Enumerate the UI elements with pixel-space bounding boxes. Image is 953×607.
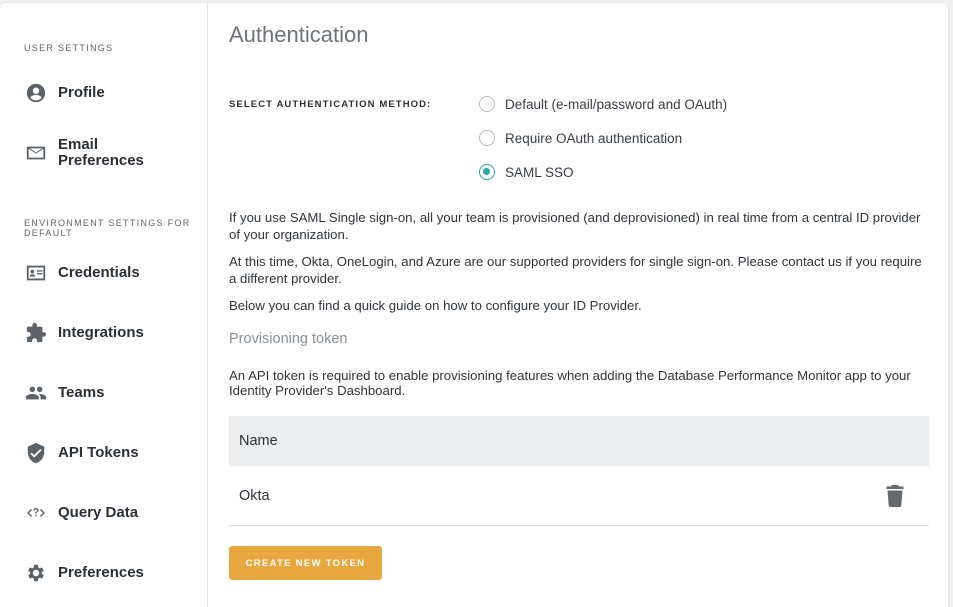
people-icon [24, 381, 48, 405]
code-question-icon [24, 501, 48, 525]
environment-settings-heading: ENVIRONMENT SETTINGS FOR DEFAULT [24, 218, 191, 238]
token-name: Okta [239, 487, 270, 504]
radio-option-default[interactable]: Default (e-mail/password and OAuth) [479, 96, 727, 112]
radio-button[interactable] [479, 96, 495, 112]
auth-method-label: SELECT AUTHENTICATION METHOD: [229, 99, 432, 110]
shield-check-icon [24, 441, 48, 465]
token-table: Name Okta [229, 416, 929, 526]
supported-providers-text: At this time, Okta, OneLogin, and Azure … [229, 254, 922, 286]
sidebar-item-integrations[interactable]: Integrations [24, 321, 144, 345]
sidebar-item-query-data[interactable]: Query Data [24, 501, 138, 525]
trash-icon[interactable] [885, 484, 905, 507]
sidebar-item-api-tokens[interactable]: API Tokens [24, 441, 139, 465]
settings-window: USER SETTINGS Profile Email Preferences … [0, 3, 948, 607]
radio-label: Require OAuth authentication [505, 130, 683, 146]
radio-option-oauth[interactable]: Require OAuth authentication [479, 130, 682, 146]
radio-button-checked[interactable] [479, 164, 495, 180]
sidebar-item-label: Query Data [58, 504, 139, 521]
sidebar: USER SETTINGS Profile Email Preferences … [0, 3, 208, 607]
radio-option-saml-sso[interactable]: SAML SSO [479, 164, 574, 180]
user-settings-heading: USER SETTINGS [24, 43, 114, 53]
person-icon [24, 81, 48, 105]
sidebar-item-teams[interactable]: Teams [24, 381, 104, 405]
envelope-icon [24, 141, 48, 165]
guide-intro-text: Below you can find a quick guide on how … [229, 298, 642, 313]
create-new-token-button[interactable]: CREATE NEW TOKEN [229, 546, 382, 580]
sidebar-item-label: API Tokens [58, 444, 139, 461]
sidebar-item-profile[interactable]: Profile [24, 81, 105, 105]
gear-icon [24, 561, 48, 585]
page-title: Authentication [229, 22, 369, 47]
radio-label: Default (e-mail/password and OAuth) [505, 96, 728, 112]
sidebar-item-label: Email Preferences [58, 136, 144, 169]
sidebar-item-preferences[interactable]: Preferences [24, 561, 144, 585]
table-row: Okta [229, 466, 929, 526]
token-description: An API token is required to enable provi… [229, 368, 911, 398]
puzzle-icon [24, 321, 48, 345]
sidebar-item-label: Preferences [58, 564, 144, 581]
radio-button[interactable] [479, 130, 495, 146]
sidebar-item-email-preferences[interactable]: Email Preferences [24, 137, 168, 169]
saml-description: If you use SAML Single sign-on, all your… [229, 210, 921, 242]
sidebar-item-label: Profile [58, 84, 105, 101]
provisioning-token-heading: Provisioning token [229, 331, 348, 347]
sidebar-item-credentials[interactable]: Credentials [24, 261, 140, 285]
table-header: Name [229, 416, 929, 466]
sidebar-item-label: Credentials [58, 264, 140, 281]
radio-label: SAML SSO [505, 164, 574, 180]
sidebar-item-label: Integrations [58, 324, 144, 341]
column-header-name: Name [239, 433, 278, 449]
sidebar-item-label: Teams [58, 384, 105, 401]
id-card-icon [24, 261, 48, 285]
